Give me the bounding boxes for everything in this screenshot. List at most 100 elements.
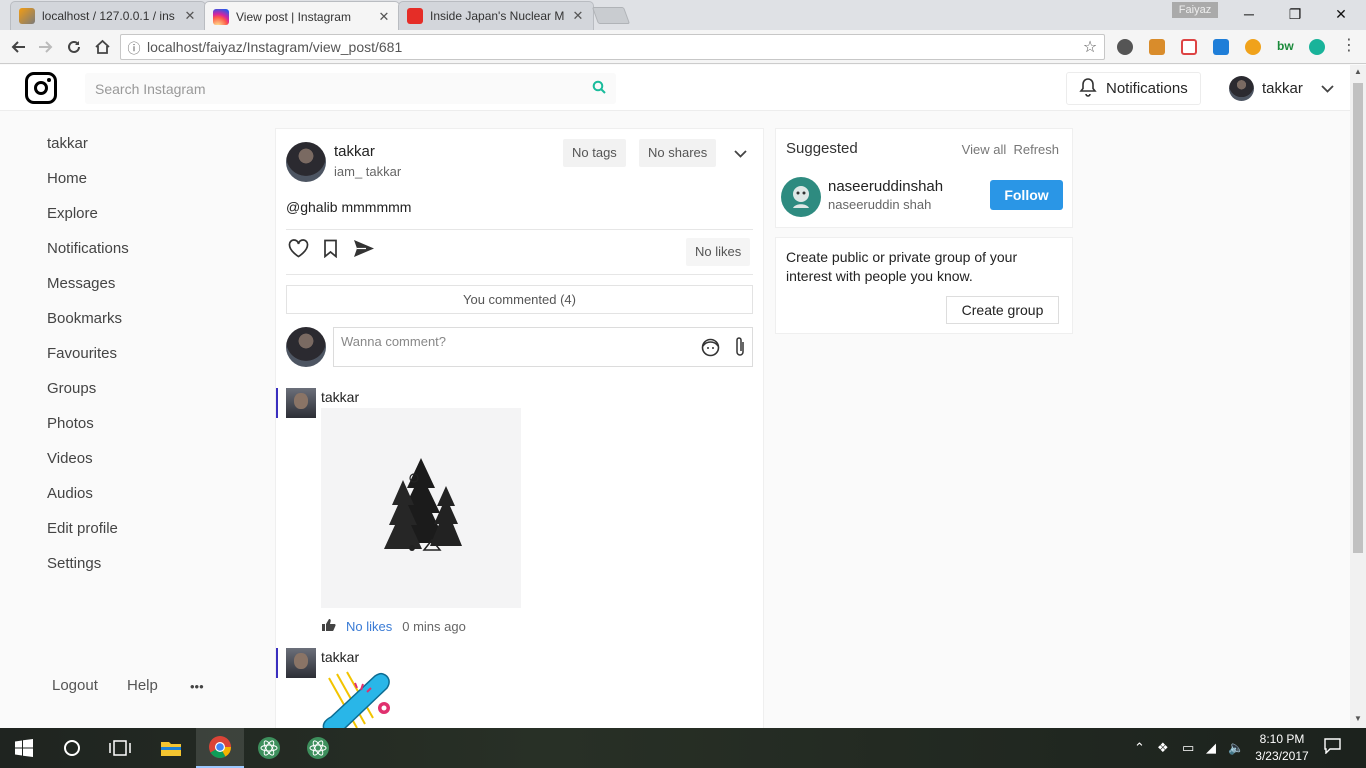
sidebar-item-photos[interactable]: Photos	[47, 415, 129, 450]
view-all-link[interactable]: View all	[962, 142, 1007, 157]
user-menu[interactable]: takkar	[1229, 75, 1334, 101]
file-explorer-icon[interactable]	[147, 728, 195, 768]
post-username[interactable]: takkar	[334, 143, 375, 160]
refresh-link[interactable]: Refresh	[1013, 142, 1059, 157]
comment-input[interactable]: Wanna comment?	[333, 327, 753, 367]
you-commented-button[interactable]: You commented (4)	[286, 285, 753, 314]
tray-expand-icon[interactable]: ⌃	[1134, 740, 1145, 756]
sidebar-item-bookmarks[interactable]: Bookmarks	[47, 310, 129, 345]
create-group-card: Create public or private group of your i…	[775, 237, 1073, 334]
skateboard-sticker[interactable]	[321, 670, 396, 728]
cortana-search-icon[interactable]	[48, 728, 96, 768]
task-view-icon[interactable]	[96, 728, 144, 768]
action-center-icon[interactable]	[1324, 738, 1341, 757]
comment-photo[interactable]	[321, 408, 521, 608]
new-tab-button[interactable]	[591, 7, 631, 24]
comment-placeholder: Wanna comment?	[341, 334, 447, 349]
close-tab-icon[interactable]: ✕	[377, 9, 391, 25]
windows-taskbar: ⌃ ❖ ▭ ◢ 🔈 8:10 PM 3/23/2017	[0, 728, 1366, 768]
notifications-button[interactable]: Notifications	[1066, 72, 1201, 105]
sidebar-item-favourites[interactable]: Favourites	[47, 345, 129, 380]
avatar[interactable]	[781, 177, 821, 217]
bell-icon	[1079, 77, 1097, 101]
sidebar-item-notifications[interactable]: Notifications	[47, 240, 129, 275]
send-icon[interactable]	[353, 239, 375, 263]
attachment-clip-icon[interactable]	[734, 336, 746, 361]
home-icon[interactable]	[90, 35, 114, 59]
battery-icon[interactable]: ▭	[1182, 740, 1194, 756]
browser-profile-chip[interactable]: Faiyaz	[1172, 2, 1218, 18]
bookmark-icon[interactable]	[323, 239, 338, 263]
comment-username[interactable]: takkar	[321, 649, 359, 665]
address-bar[interactable]: ⓘ localhost/faiyaz/Instagram/view_post/6…	[120, 34, 1105, 60]
emoji-icon[interactable]	[701, 338, 720, 360]
sidebar-item-settings[interactable]: Settings	[47, 555, 129, 590]
info-icon[interactable]: ⓘ	[121, 38, 147, 57]
follow-button[interactable]: Follow	[990, 180, 1063, 210]
post-options-chevron-icon[interactable]	[734, 145, 747, 163]
chrome-taskbar-icon[interactable]	[196, 728, 244, 768]
avatar[interactable]	[286, 142, 326, 182]
reload-icon[interactable]	[62, 35, 86, 59]
heart-icon[interactable]	[288, 239, 309, 263]
tab-view-post[interactable]: View post | Instagram ✕	[204, 1, 400, 31]
page-scrollbar[interactable]: ▲ ▼	[1350, 65, 1366, 728]
scrollbar-thumb[interactable]	[1353, 83, 1363, 553]
dropbox-icon[interactable]: ❖	[1157, 740, 1169, 756]
scroll-down-icon[interactable]: ▼	[1350, 714, 1366, 723]
search-input[interactable]: Search Instagram	[85, 73, 616, 104]
comment-username[interactable]: takkar	[321, 389, 359, 405]
forward-arrow-icon[interactable]	[34, 35, 58, 59]
download-icon[interactable]	[1213, 39, 1229, 55]
close-window-icon[interactable]: ✕	[1318, 0, 1364, 28]
volume-icon[interactable]: 🔈	[1228, 740, 1244, 756]
chevron-down-icon	[1321, 80, 1334, 97]
suggested-user-name[interactable]: naseeruddinshah	[828, 178, 943, 195]
scroll-up-icon[interactable]: ▲	[1350, 67, 1366, 76]
sidebar-item-videos[interactable]: Videos	[47, 450, 129, 485]
extension-icon[interactable]	[1245, 39, 1261, 55]
atom-editor-icon[interactable]	[294, 728, 342, 768]
extension-icon[interactable]: bw	[1277, 39, 1294, 55]
avatar[interactable]	[286, 648, 316, 678]
browser-menu-icon[interactable]: ⋮	[1341, 35, 1357, 54]
comment-item: takkar No likes 0 mins ago	[276, 388, 746, 638]
suggested-user-handle: naseeruddin shah	[828, 197, 932, 212]
sidebar-item-edit-profile[interactable]: Edit profile	[47, 520, 129, 555]
instagram-logo-icon[interactable]	[25, 72, 57, 104]
extension-icon[interactable]	[1149, 39, 1165, 55]
help-link[interactable]: Help	[127, 677, 158, 694]
thumbs-up-icon[interactable]	[321, 618, 336, 635]
tab-phpmyadmin[interactable]: localhost / 127.0.0.1 / ins ✕	[10, 1, 206, 30]
windows-start-icon[interactable]	[0, 728, 48, 768]
sidebar-item-groups[interactable]: Groups	[47, 380, 129, 415]
comment-likes-link[interactable]: No likes	[346, 619, 392, 634]
create-group-text: Create public or private group of your i…	[786, 249, 1018, 284]
create-group-button[interactable]: Create group	[946, 296, 1059, 324]
likes-chip[interactable]: No likes	[686, 238, 751, 266]
wifi-icon[interactable]: ◢	[1206, 740, 1216, 756]
logout-link[interactable]: Logout	[52, 677, 98, 694]
back-arrow-icon[interactable]	[6, 35, 30, 59]
sidebar-item-home[interactable]: Home	[47, 170, 129, 205]
atom-editor-icon[interactable]	[245, 728, 293, 768]
shares-chip[interactable]: No shares	[639, 139, 717, 167]
settings-gear-icon[interactable]	[1117, 39, 1133, 55]
sidebar-item-profile[interactable]: takkar	[47, 135, 129, 170]
tags-chip[interactable]: No tags	[563, 139, 626, 167]
tab-youtube[interactable]: Inside Japan's Nuclear M ✕	[398, 1, 594, 30]
avatar[interactable]	[286, 388, 316, 418]
more-options-icon[interactable]: •••	[190, 679, 204, 694]
close-tab-icon[interactable]: ✕	[183, 8, 197, 24]
taskbar-clock[interactable]: 8:10 PM 3/23/2017	[1248, 731, 1316, 765]
restore-icon[interactable]: ❐	[1272, 0, 1318, 28]
sidebar-item-messages[interactable]: Messages	[47, 275, 129, 310]
sidebar-item-audios[interactable]: Audios	[47, 485, 129, 520]
extension-icon[interactable]	[1309, 39, 1325, 55]
extension-icon[interactable]	[1181, 39, 1197, 55]
close-tab-icon[interactable]: ✕	[571, 8, 585, 24]
search-icon[interactable]	[592, 80, 606, 97]
bookmark-star-icon[interactable]: ☆	[1076, 37, 1104, 57]
sidebar-item-explore[interactable]: Explore	[47, 205, 129, 240]
minimize-icon[interactable]: ─	[1226, 0, 1272, 28]
